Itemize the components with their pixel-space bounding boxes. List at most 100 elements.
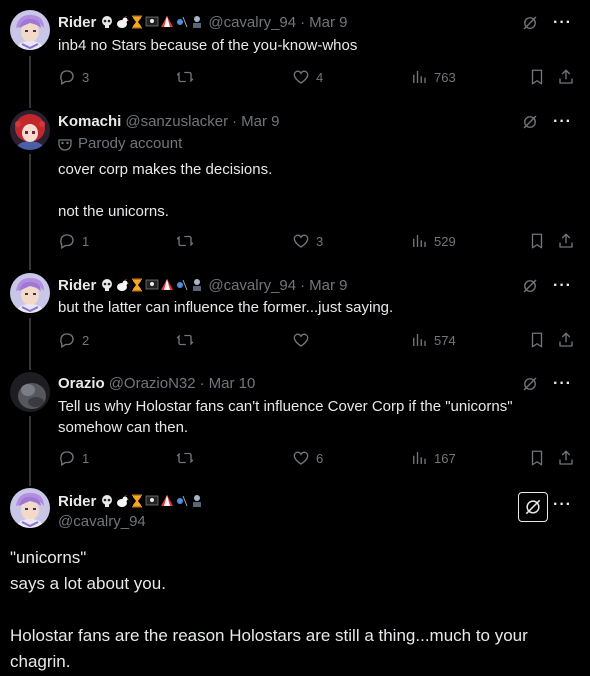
- handle[interactable]: @OrazioN32: [109, 375, 196, 392]
- tweet-text: cover corp makes the decisions. not the …: [58, 161, 273, 220]
- display-name[interactable]: Rider: [58, 493, 96, 510]
- like-icon: [292, 331, 310, 349]
- separator: ·: [300, 13, 306, 31]
- skull-icon: [102, 279, 113, 291]
- circus-tent-icon: [161, 495, 174, 506]
- share-button[interactable]: [557, 232, 575, 250]
- like-icon: [292, 68, 310, 86]
- views-icon: [410, 232, 428, 250]
- retweet-icon: [176, 232, 194, 250]
- tweet-text: Tell us why Holostar fans can't influenc…: [58, 398, 513, 436]
- chicken-icon: [117, 495, 130, 507]
- timestamp[interactable]: Mar 9: [241, 113, 279, 130]
- name-emojis: [100, 15, 204, 29]
- thread-line: [29, 154, 31, 270]
- pirate-flag-icon: [146, 495, 159, 506]
- circus-tent-icon: [161, 279, 174, 290]
- share-icon: [557, 449, 575, 467]
- more-icon[interactable]: ···: [553, 278, 572, 294]
- avatar[interactable]: [10, 273, 50, 313]
- action-bar: 1 3 529: [58, 232, 578, 252]
- share-icon: [557, 331, 575, 349]
- handle[interactable]: @cavalry_94: [58, 513, 146, 530]
- like-button[interactable]: 3: [292, 232, 323, 250]
- bookmark-button[interactable]: [528, 331, 546, 349]
- like-button[interactable]: 4: [292, 68, 323, 86]
- reply-icon: [58, 449, 76, 467]
- thread-line: [29, 416, 31, 486]
- reply-button[interactable]: 1: [58, 449, 89, 467]
- timestamp[interactable]: Mar 10: [209, 375, 256, 392]
- bookmark-button[interactable]: [528, 232, 546, 250]
- avatar[interactable]: [10, 10, 50, 50]
- avatar[interactable]: [10, 488, 50, 528]
- more-icon[interactable]: ···: [553, 497, 572, 513]
- handle[interactable]: @cavalry_94: [208, 277, 296, 294]
- timestamp[interactable]: Mar 9: [309, 14, 347, 31]
- display-name[interactable]: Rider: [58, 277, 96, 294]
- tweet-text: "unicorns" says a lot about you. Holosta…: [10, 548, 528, 671]
- grok-icon[interactable]: [521, 277, 539, 295]
- reply-button[interactable]: 2: [58, 331, 89, 349]
- reply-button[interactable]: 3: [58, 68, 89, 86]
- like-button[interactable]: [292, 331, 316, 349]
- person-icon: [193, 279, 202, 291]
- retweet-icon: [176, 449, 194, 467]
- avatar[interactable]: [10, 110, 50, 150]
- views-icon: [410, 331, 428, 349]
- bookmark-icon: [528, 232, 546, 250]
- grok-icon[interactable]: [521, 375, 539, 393]
- tweet-text: but the latter can influence the former.…: [58, 299, 394, 316]
- bookmark-icon: [528, 449, 546, 467]
- views-button[interactable]: 167: [410, 449, 456, 467]
- chicken-icon: [117, 279, 130, 291]
- skull-icon: [102, 495, 113, 507]
- handle[interactable]: @sanzuslacker: [125, 113, 228, 130]
- share-button[interactable]: [557, 331, 575, 349]
- views-button[interactable]: 763: [410, 68, 456, 86]
- hourglass-icon: [132, 15, 143, 29]
- retweet-button[interactable]: [176, 331, 200, 349]
- separator: ·: [300, 276, 306, 294]
- timestamp[interactable]: Mar 9: [309, 277, 347, 294]
- grok-icon[interactable]: [521, 14, 539, 32]
- retweet-button[interactable]: [176, 449, 200, 467]
- retweet-button[interactable]: [176, 68, 200, 86]
- reply-button[interactable]: 1: [58, 232, 89, 250]
- grok-icon[interactable]: [521, 113, 539, 131]
- bookmark-icon: [528, 68, 546, 86]
- retweet-icon: [176, 68, 194, 86]
- views-icon: [410, 449, 428, 467]
- fishing-icon: [177, 495, 188, 507]
- display-name[interactable]: Komachi: [58, 113, 121, 130]
- display-name[interactable]: Rider: [58, 14, 96, 31]
- action-bar: 1 6 167: [58, 449, 578, 469]
- share-button[interactable]: [557, 68, 575, 86]
- display-name[interactable]: Orazio: [58, 375, 105, 392]
- action-bar: 3 4 763: [58, 68, 578, 88]
- more-icon[interactable]: ···: [553, 376, 572, 392]
- parody-label: Parody account: [58, 135, 182, 152]
- more-icon[interactable]: ···: [553, 15, 572, 31]
- chicken-icon: [117, 16, 130, 28]
- thread-line: [29, 318, 31, 370]
- grok-icon: [523, 497, 543, 517]
- views-button[interactable]: 574: [410, 331, 456, 349]
- share-button[interactable]: [557, 449, 575, 467]
- like-button[interactable]: 6: [292, 449, 323, 467]
- grok-button[interactable]: [518, 492, 548, 522]
- avatar[interactable]: [10, 372, 50, 412]
- separator: ·: [232, 112, 238, 130]
- bookmark-button[interactable]: [528, 449, 546, 467]
- more-icon[interactable]: ···: [553, 114, 572, 130]
- bookmark-icon: [528, 331, 546, 349]
- like-icon: [292, 232, 310, 250]
- thread-line: [29, 56, 31, 108]
- reply-icon: [58, 232, 76, 250]
- pirate-flag-icon: [146, 16, 159, 27]
- handle[interactable]: @cavalry_94: [208, 14, 296, 31]
- bookmark-button[interactable]: [528, 68, 546, 86]
- views-button[interactable]: 529: [410, 232, 456, 250]
- retweet-button[interactable]: [176, 232, 200, 250]
- reply-icon: [58, 68, 76, 86]
